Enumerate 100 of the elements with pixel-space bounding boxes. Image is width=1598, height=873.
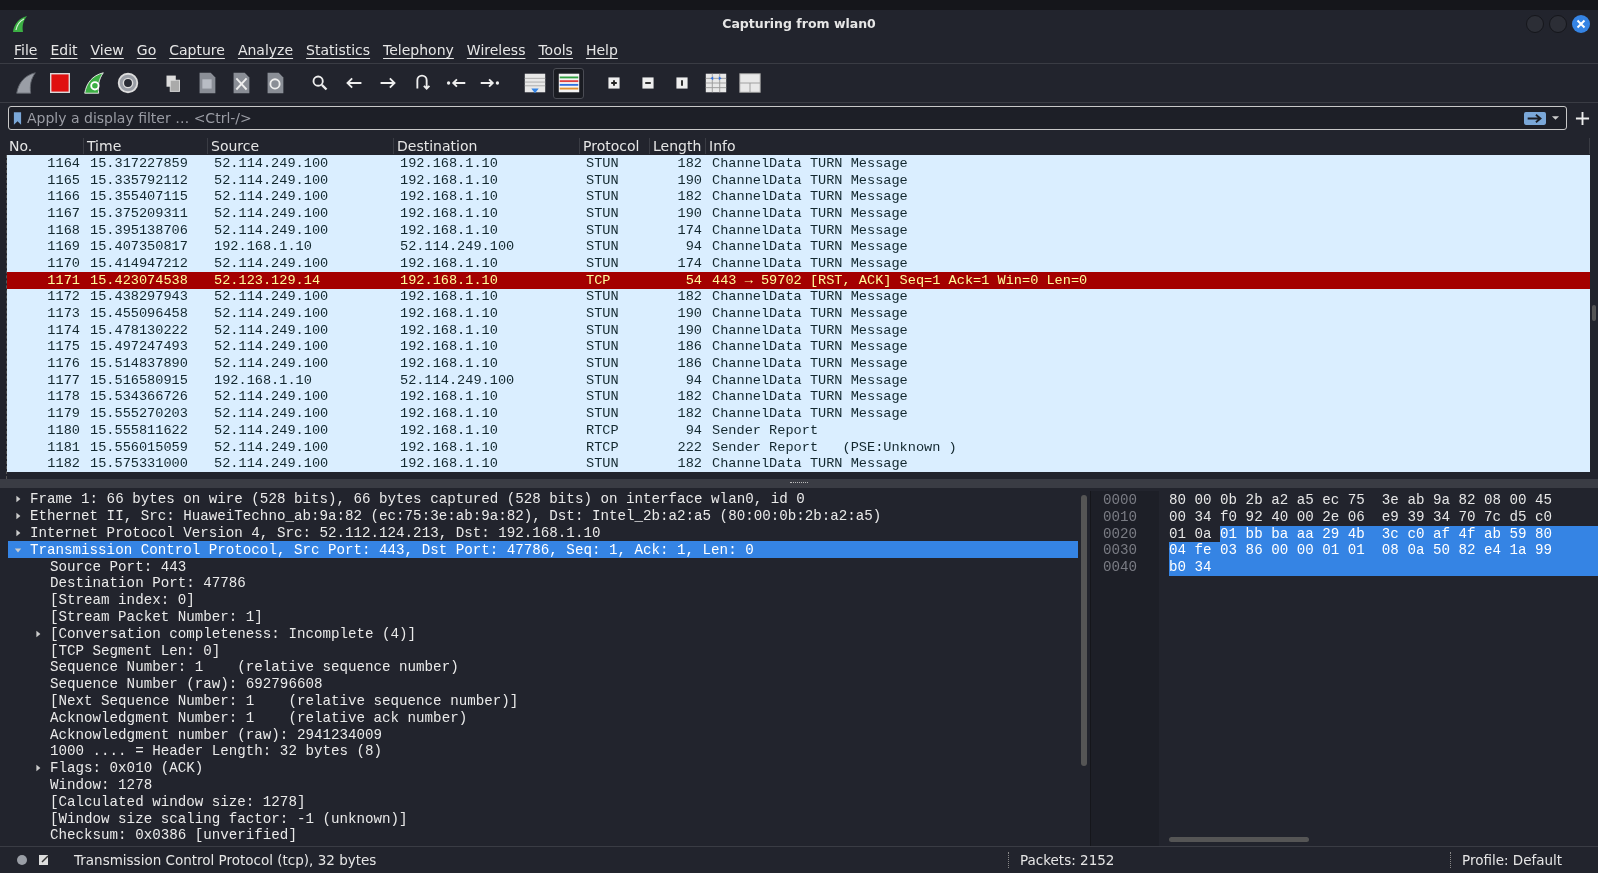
menu-item[interactable]: Telephony: [377, 40, 460, 60]
menu-item[interactable]: Analyze: [231, 40, 300, 60]
expand-arrow-icon[interactable]: [34, 764, 42, 773]
menu-item[interactable]: Statistics: [300, 40, 377, 60]
column-header[interactable]: Protocol: [580, 138, 650, 154]
tree-item[interactable]: Acknowledgment Number: 1 (relative ack number): [8, 709, 1078, 727]
profile-label[interactable]: Profile: Default: [1462, 852, 1598, 868]
packet-row[interactable]: 1173 15.455096458 52.114.249.100 192.168.1.10 STUN 190 ChannelData TURN Message: [7, 305, 1590, 322]
scrollbar[interactable]: [1081, 495, 1087, 766]
menu-item[interactable]: Edit: [44, 40, 84, 60]
packet-row[interactable]: 1182 15.575331000 52.114.249.100 192.168.1.10 STUN 182 ChannelData TURN Message: [7, 455, 1590, 473]
tree-item[interactable]: Window: 1278: [8, 776, 1078, 794]
offset-label: 0040: [1103, 559, 1139, 576]
table-cell-text: 15.407350817: [89, 239, 189, 255]
table-cell-text: 190: [676, 172, 703, 188]
packet-row[interactable]: 1166 15.355407115 52.114.249.100 192.168.1.10 STUN 182 ChannelData TURN Message: [7, 188, 1590, 206]
table-cell-text: 192.168.1.10: [399, 389, 499, 405]
table-cell-text: 15.575331000: [89, 456, 189, 472]
table-cell-text: 192.168.1.10: [399, 456, 499, 472]
table-cell-text: STUN: [585, 255, 620, 271]
table-cell-text: 15.455096458: [89, 306, 189, 322]
packet-row[interactable]: 1180 15.555811622 52.114.249.100 192.168.1.10 RTCP 94 Sender Report: [7, 422, 1590, 439]
table-cell-text: 1180: [46, 422, 81, 438]
table-cell-text: STUN: [585, 406, 620, 422]
tree-item[interactable]: Ethernet II, Src: HuaweiTechno_ab:9a:82 (ec:75:3e:ab:9a:82), Dst: Intel_2b:a2:a5 (80:00:0b:2b:a2:a5): [8, 507, 1078, 525]
tree-item[interactable]: [Calculated window size: 1278]: [8, 793, 1078, 811]
tree-item[interactable]: Destination Port: 47786: [8, 575, 1078, 592]
table-cell-text: STUN: [585, 306, 620, 322]
expand-arrow-icon[interactable]: [14, 512, 22, 521]
scrollbar[interactable]: [1169, 837, 1309, 842]
tree-item[interactable]: Internet Protocol Version 4, Src: 52.112.124.213, Dst: 192.168.1.10: [8, 524, 1078, 542]
column-header[interactable]: Length: [650, 138, 706, 154]
table-cell-text: 192.168.1.10: [399, 272, 499, 288]
expand-arrow-icon[interactable]: [14, 529, 22, 537]
tree-item[interactable]: [Stream Packet Number: 1]: [8, 608, 1078, 626]
menu-item[interactable]: Tools: [532, 40, 579, 60]
packet-row[interactable]: 1176 15.514837890 52.114.249.100 192.168.1.10 STUN 186 ChannelData TURN Message: [7, 355, 1590, 372]
table-cell-text: 52.114.249.100: [213, 356, 330, 372]
table-cell-text: 222: [676, 439, 703, 455]
packet-row[interactable]: 1164 15.317227859 52.114.249.100 192.168.1.10 STUN 182 ChannelData TURN Message: [7, 155, 1590, 172]
menu-item[interactable]: Wireless: [460, 40, 532, 60]
table-cell-text: 52.114.249.100: [213, 322, 330, 338]
table-cell-text: 192.168.1.10: [399, 339, 499, 355]
table-cell-text: 190: [676, 205, 703, 221]
hex-bytes: 01 0a: [1169, 525, 1212, 543]
packet-row[interactable]: 1179 15.555270203 52.114.249.100 192.168.1.10 STUN 182 ChannelData TURN Message: [7, 405, 1590, 422]
tree-item[interactable]: Source Port: 443: [8, 558, 1078, 575]
edit-note-icon[interactable]: [38, 854, 50, 866]
menu-item[interactable]: View: [84, 40, 130, 60]
tree-item[interactable]: Acknowledgment number (raw): 2941234009: [8, 726, 1078, 743]
table-cell-text: 52.114.249.100: [213, 306, 330, 322]
menu-item[interactable]: Go: [130, 40, 163, 60]
bookmark-icon[interactable]: [13, 110, 22, 126]
table-cell-text: 15.478130222: [89, 322, 189, 338]
splitter-handle[interactable]: [790, 482, 808, 485]
close-icon[interactable]: [1572, 14, 1590, 33]
table-cell-text: 1173: [46, 306, 81, 322]
tree-item[interactable]: 1000 .... = Header Length: 32 bytes (8): [8, 742, 1078, 760]
tree-item[interactable]: [Next Sequence Number: 1 (relative sequence number)]: [8, 692, 1078, 710]
tree-item[interactable]: Sequence Number (raw): 692796608: [8, 675, 1078, 693]
status-text: Transmission Control Protocol (tcp), 32 bytes: [74, 852, 378, 868]
tree-item[interactable]: Sequence Number: 1 (relative sequence number): [8, 658, 1078, 676]
table-cell-text: 192.168.1.10: [399, 222, 499, 238]
column-header[interactable]: Source: [208, 138, 394, 154]
tree-item[interactable]: Transmission Control Protocol, Src Port: 443, Dst Port: 47786, Seq: 1, Ack: 1, Len: 0: [8, 541, 1078, 559]
column-header[interactable]: Destination: [394, 138, 580, 154]
table-cell-text: 15.335792112: [89, 172, 189, 188]
menu-item[interactable]: File: [8, 40, 44, 60]
tree-item[interactable]: [Stream index: 0]: [8, 591, 1078, 609]
column-header[interactable]: Time: [84, 138, 208, 154]
expand-arrow-icon[interactable]: [34, 629, 42, 638]
display-filter-field[interactable]: Apply a display filter … <Ctrl-/>: [27, 110, 1519, 126]
menu-item[interactable]: Capture: [163, 40, 231, 60]
tree-item[interactable]: Frame 1: 66 bytes on wire (528 bits), 66 bytes captured (528 bits) on interface wlan0, id 0: [8, 491, 1078, 508]
add-icon[interactable]: [1575, 110, 1590, 126]
column-header[interactable]: Info: [706, 138, 1590, 154]
caret-icon[interactable]: [1551, 115, 1560, 121]
table-cell-text: 192.168.1.10: [399, 189, 499, 205]
tree-item[interactable]: Flags: 0x010 (ACK): [8, 759, 1078, 777]
expand-arrow-icon[interactable]: [14, 495, 22, 504]
table-cell-text: 52.114.249.100: [213, 406, 330, 422]
table-cell-text: 182: [676, 406, 703, 422]
tree-item[interactable]: [Window size scaling factor: -1 (unknown)]: [8, 810, 1078, 827]
table-cell-text: 192.168.1.10: [399, 172, 499, 188]
display-filter-bar[interactable]: Apply a display filter … <Ctrl-/>: [8, 106, 1567, 130]
packet-row[interactable]: 1167 15.375209311 52.114.249.100 192.168.1.10 STUN 190 ChannelData TURN Message: [7, 205, 1590, 222]
table-cell-text: 1182: [46, 456, 81, 472]
table-cell-text: 15.534366726: [89, 389, 189, 405]
tree-item[interactable]: [TCP Segment Len: 0]: [8, 642, 1078, 659]
table-cell-text: 52.114.249.100: [213, 205, 330, 221]
table-cell-text: 15.423074538: [89, 272, 189, 288]
packet-row[interactable]: 1170 15.414947212 52.114.249.100 192.168.1.10 STUN 174 ChannelData TURN Message: [7, 255, 1590, 272]
menu-item[interactable]: Help: [579, 40, 624, 60]
table-cell-text: ChannelData TURN Message: [711, 289, 909, 305]
column-header[interactable]: No.: [6, 138, 84, 154]
table-cell-text: 52.114.249.100: [213, 189, 330, 205]
packet-row[interactable]: 1169 15.407350817 192.168.1.10 52.114.249.100 STUN 94 ChannelData TURN Message: [7, 238, 1590, 256]
table-cell-text: ChannelData TURN Message: [711, 339, 909, 355]
tree-item[interactable]: Checksum: 0x0386 [unverified]: [8, 826, 1078, 844]
tree-item[interactable]: [Conversation completeness: Incomplete (4)]: [8, 625, 1078, 643]
